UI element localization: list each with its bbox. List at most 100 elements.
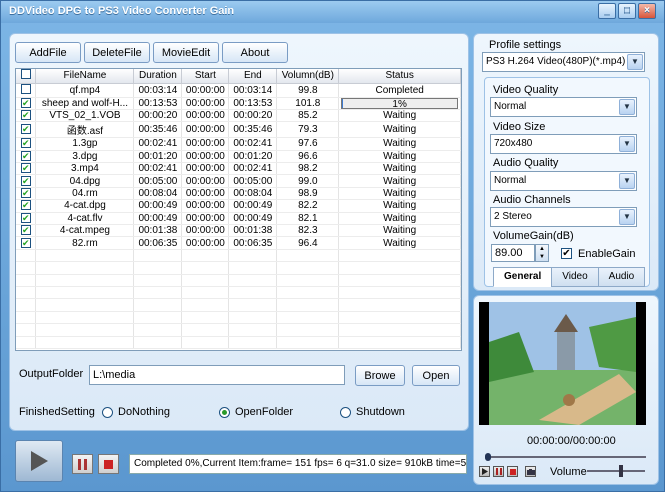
empty-cell [16,286,37,300]
table-row[interactable]: ✔ VTS_02_1.VOB 00:00:20 00:00:00 00:00:20 85.… [16,109,461,123]
empty-row [16,336,461,349]
row-checkbox[interactable]: ✔ [20,110,31,121]
volume-gain-spinner[interactable]: ▲ ▼ [535,244,549,262]
header-volume[interactable]: Volumn(dB) [276,69,340,84]
radio-shutdown[interactable]: Shutdown [340,406,405,418]
delete-file-button[interactable]: DeleteFile [84,42,150,63]
status-text: Completed 0%,Current Item:frame= 151 fps… [129,454,467,474]
maximize-button[interactable]: □ [618,3,636,19]
preview-pause-button[interactable] [493,466,504,477]
row-checkbox[interactable]: ✔ [20,237,31,248]
add-file-button[interactable]: AddFile [15,42,81,63]
empty-cell [276,286,340,300]
tab-audio[interactable]: Audio [597,267,646,287]
cell-name: 1.3gp [35,137,135,151]
row-checkbox[interactable]: ✔ [20,175,31,186]
cell-volume: 96.6 [276,150,340,164]
video-quality-select[interactable]: Normal ▼ [490,97,637,117]
row-checkbox[interactable]: ✔ [20,163,31,174]
audio-quality-select[interactable]: Normal ▼ [490,171,637,191]
volume-gain-input[interactable]: 89.00 [491,244,535,262]
row-checkbox[interactable]: ✔ [20,124,31,135]
table-row[interactable]: ✔ 1.3gp 00:02:41 00:00:00 00:02:41 97.6 Waitin… [16,137,461,151]
table-row[interactable]: ✔ 4-cat.mpeg 00:01:38 00:00:00 00:01:38 82.3 W… [16,224,461,238]
table-row[interactable]: ✔ 04.rm 00:08:04 00:00:00 00:08:04 98.9 Waitin… [16,187,461,201]
open-folder-button[interactable]: Open [412,365,460,386]
tab-general[interactable]: General [493,267,553,287]
select-all-checkbox[interactable] [16,69,37,84]
empty-cell [133,286,183,300]
row-checkbox[interactable]: ✔ [20,188,31,199]
radio-do-nothing[interactable]: DoNothing [102,406,170,418]
cell-duration: 00:13:53 [133,97,183,110]
row-checkbox[interactable]: ✔ [20,150,31,161]
row-checkbox[interactable]: ✔ [20,200,31,211]
minimize-button[interactable]: _ [598,3,616,19]
window-controls: _ □ × [598,3,656,19]
cell-volume: 101.8 [276,97,340,110]
volume-slider[interactable] [587,465,645,477]
cell-end: 00:03:14 [228,83,278,98]
table-row[interactable]: ✔ 函数.asf 00:35:46 00:00:00 00:35:46 79.3 Waiti… [16,121,461,139]
cell-status: Waiting [338,236,461,250]
row-checkbox[interactable]: ✔ [20,138,31,149]
header-status[interactable]: Status [338,69,461,84]
cell-start: 00:00:00 [181,137,230,151]
preview-play-button[interactable] [479,466,490,477]
video-size-select[interactable]: 720x480 ▼ [490,134,637,154]
profile-select-value: PS3 H.264 Video(480P)(*.mp4) [486,56,626,67]
preview-stop-button[interactable] [507,466,518,477]
video-size-label: Video Size [493,121,546,133]
cell-end: 00:02:41 [228,137,278,151]
play-button[interactable] [15,440,63,482]
cell-volume: 79.3 [276,121,340,139]
audio-channels-select[interactable]: 2 Stereo ▼ [490,207,637,227]
stop-button[interactable] [98,454,119,474]
table-row[interactable]: ✔ sheep and wolf-H... 00:13:53 00:00:00 00:1… [16,97,461,110]
radio-open-folder[interactable]: OpenFolder [219,406,293,418]
table-row[interactable]: ✔ 04.dpg 00:05:00 00:00:00 00:05:00 99.0 Waiti… [16,174,461,188]
tab-video[interactable]: Video [551,267,599,287]
volume-thumb[interactable] [619,465,624,477]
table-row[interactable]: ✔ 82.rm 00:06:35 00:00:00 00:06:35 96.4 Waitin… [16,236,461,250]
enable-gain-checkbox[interactable]: ✔ [561,248,572,259]
cell-name: 4-cat.dpg [35,199,135,213]
cell-end: 00:02:41 [228,162,278,176]
table-row[interactable]: ✔ 4-cat.flv 00:00:49 00:00:00 00:00:49 82.1 Wa… [16,212,461,226]
cell-end: 00:06:35 [228,236,278,250]
cell-duration: 00:00:49 [133,199,183,213]
browse-button[interactable]: Browe [355,365,405,386]
row-checkbox[interactable]: ✔ [20,225,31,236]
snapshot-button[interactable] [525,466,536,477]
status-progress-bar: 1% [341,97,458,109]
profile-select[interactable]: PS3 H.264 Video(480P)(*.mp4) ▼ [482,52,645,72]
table-row[interactable]: qf.mp4 00:03:14 00:00:00 00:03:14 99.8 Comple… [16,83,461,98]
header-end[interactable]: End [228,69,278,84]
header-duration[interactable]: Duration [133,69,183,84]
movie-edit-button[interactable]: MovieEdit [153,42,219,63]
pause-button[interactable] [72,454,93,474]
seek-thumb[interactable] [485,453,491,461]
table-header: FileName Duration Start End Volumn(dB) S… [16,69,461,84]
seek-slider[interactable] [485,453,646,461]
row-checkbox-cell: ✔ [16,137,37,151]
close-button[interactable]: × [638,3,656,19]
about-button[interactable]: About [222,42,288,63]
empty-cell [35,274,135,287]
cell-name: 82.rm [35,236,135,250]
row-checkbox[interactable]: ✔ [20,97,31,108]
row-checkbox[interactable]: ✔ [20,212,31,223]
cell-end: 00:00:49 [228,199,278,213]
cell-start: 00:00:00 [181,174,230,188]
table-row[interactable]: ✔ 3.dpg 00:01:20 00:00:00 00:01:20 96.6 Waitin… [16,150,461,164]
empty-cell [228,311,278,325]
output-folder-input[interactable]: L:\media [89,365,345,385]
empty-cell [228,249,278,263]
cell-status: Waiting [338,121,461,139]
empty-cell [181,274,230,287]
table-row[interactable]: ✔ 3.mp4 00:02:41 00:00:00 00:02:41 98.2 Waitin… [16,162,461,176]
table-row[interactable]: ✔ 4-cat.dpg 00:00:49 00:00:00 00:00:49 82.2 Wa… [16,199,461,213]
row-checkbox[interactable] [20,83,31,94]
header-start[interactable]: Start [181,69,230,84]
header-filename[interactable]: FileName [35,69,135,84]
